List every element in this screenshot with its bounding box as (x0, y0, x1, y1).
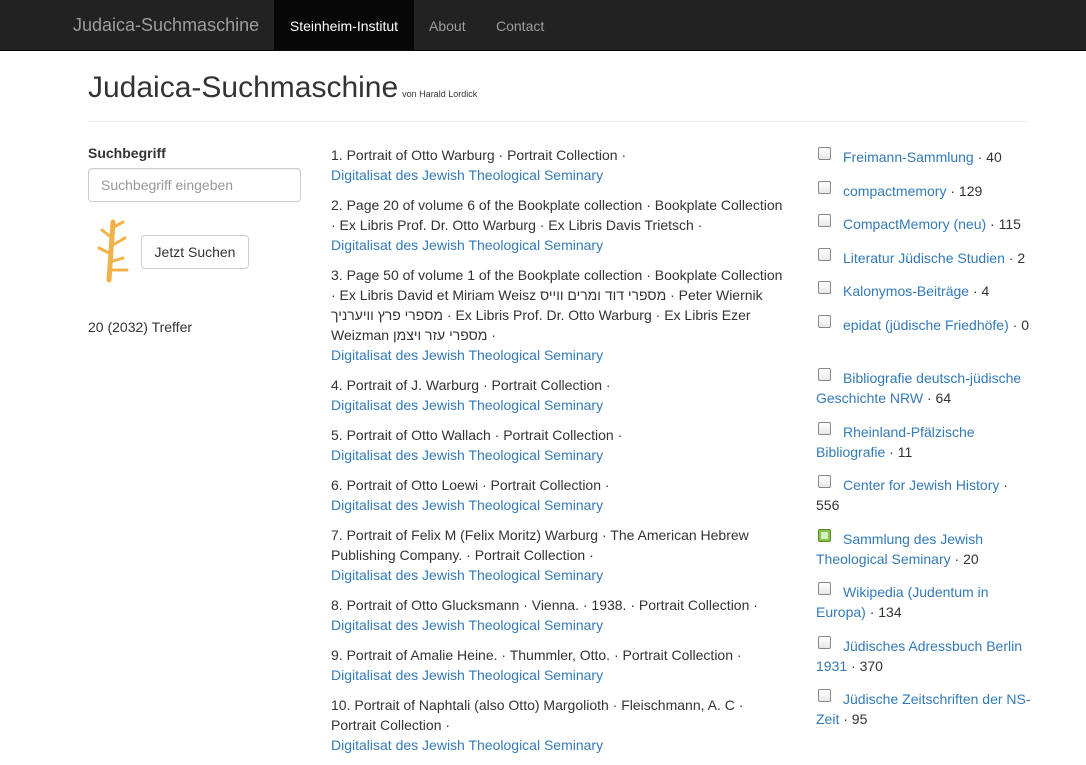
facet-count: · 0 (1008, 317, 1029, 333)
facet-checkbox-checked[interactable] (818, 529, 831, 542)
result-text: 3. Page 50 of volume 1 of the Bookplate … (331, 267, 783, 343)
facet-count: · 370 (847, 658, 883, 674)
result-text: 5. Portrait of Otto Wallach · Portrait C… (331, 427, 623, 443)
top-navbar: Judaica-Suchmaschine Steinheim-Institut … (0, 0, 1086, 51)
facet-item: Kalonymos-Beiträge · 4 (816, 281, 1031, 301)
facet-item: Jüdisches Adressbuch Berlin 1931 · 370 (816, 636, 1031, 676)
facet-checkbox[interactable] (818, 214, 831, 227)
result-source-link[interactable]: Digitalisat des Jewish Theological Semin… (331, 397, 603, 413)
facet-checkbox[interactable] (818, 181, 831, 194)
facet-item: Rheinland-Pfälzische Bibliografie · 11 (816, 422, 1031, 462)
result-source-link[interactable]: Digitalisat des Jewish Theological Semin… (331, 737, 603, 753)
result-source-link[interactable]: Digitalisat des Jewish Theological Semin… (331, 667, 603, 683)
facet-link[interactable]: Literatur Jüdische Studien (843, 250, 1005, 266)
facet-count: · 115 (986, 216, 1021, 232)
result-item: 10. Portrait of Naphtali (also Otto) Mar… (331, 695, 787, 755)
facet-link[interactable]: epidat (jüdische Friedhöfe) (843, 317, 1009, 333)
facet-count: · 134 (865, 604, 902, 620)
result-text: 10. Portrait of Naphtali (also Otto) Mar… (331, 697, 744, 733)
facet-count: · 64 (923, 390, 952, 406)
result-item: 1. Portrait of Otto Warburg · Portrait C… (331, 145, 787, 185)
result-item: 2. Page 20 of volume 6 of the Bookplate … (331, 195, 787, 255)
logo-icon (97, 219, 129, 283)
facet-checkbox[interactable] (818, 368, 831, 381)
facet-link[interactable]: CompactMemory (neu) (843, 216, 986, 232)
facet-count: · 40 (973, 149, 1002, 165)
result-text: 7. Portrait of Felix M (Felix Moritz) Wa… (331, 527, 749, 563)
result-source-link[interactable]: Digitalisat des Jewish Theological Semin… (331, 167, 603, 183)
facet-link[interactable]: Wikipedia (Judentum in Europa) (816, 584, 989, 620)
facet-checkbox[interactable] (818, 582, 831, 595)
result-text: 1. Portrait of Otto Warburg · Portrait C… (331, 147, 627, 163)
facet-item: epidat (jüdische Friedhöfe) · 0 (816, 315, 1031, 335)
facet-checkbox[interactable] (818, 636, 831, 649)
result-item: 9. Portrait of Amalie Heine. · Thummler,… (331, 645, 787, 685)
title-divider (88, 121, 1028, 122)
facet-item: compactmemory · 129 (816, 181, 1031, 201)
navbar-brand[interactable]: Judaica-Suchmaschine (73, 15, 259, 36)
hit-count: 20 (2032) Treffer (88, 319, 193, 335)
facet-item: Wikipedia (Judentum in Europa) · 134 (816, 582, 1031, 622)
search-input[interactable] (88, 168, 301, 202)
facet-item: Freimann-Sammlung · 40 (816, 147, 1031, 167)
page-byline: von Harald Lordick (402, 89, 478, 99)
page-title-text: Judaica-Suchmaschine (88, 71, 399, 104)
facet-checkbox[interactable] (818, 315, 831, 328)
facet-item: Bibliografie deutsch-jüdische Geschichte… (816, 368, 1031, 408)
nav-contact[interactable]: Contact (496, 0, 544, 50)
result-item: 3. Page 50 of volume 1 of the Bookplate … (331, 265, 787, 365)
result-text: 4. Portrait of J. Warburg · Portrait Col… (331, 377, 611, 393)
result-source-link[interactable]: Digitalisat des Jewish Theological Semin… (331, 237, 603, 253)
facet-item: Jüdische Zeitschriften der NS-Zeit · 95 (816, 689, 1031, 729)
facet-checkbox[interactable] (818, 281, 831, 294)
facet-checkbox[interactable] (818, 422, 831, 435)
result-source-link[interactable]: Digitalisat des Jewish Theological Semin… (331, 447, 603, 463)
result-text: 2. Page 20 of volume 6 of the Bookplate … (331, 197, 783, 233)
results-list: 1. Portrait of Otto Warburg · Portrait C… (331, 145, 787, 765)
facet-link[interactable]: Center for Jewish History (843, 477, 999, 493)
facet-checkbox[interactable] (818, 475, 831, 488)
search-label: Suchbegriff (88, 145, 166, 161)
facet-link[interactable]: Kalonymos-Beiträge (843, 283, 969, 299)
result-source-link[interactable]: Digitalisat des Jewish Theological Semin… (331, 567, 603, 583)
result-source-link[interactable]: Digitalisat des Jewish Theological Semin… (331, 347, 603, 363)
facet-link[interactable]: Bibliografie deutsch-jüdische Geschichte… (816, 370, 1021, 406)
facet-count: · 20 (950, 551, 979, 567)
page-title: Judaica-Suchmaschine von Harald Lordick (88, 71, 477, 105)
facet-count: · 2 (1004, 250, 1026, 266)
result-text: 8. Portrait of Otto Glucksmann · Vienna.… (331, 597, 758, 613)
facet-item: CompactMemory (neu) · 115 (816, 214, 1031, 234)
facet-item: Literatur Jüdische Studien · 2 (816, 248, 1031, 268)
facet-checkbox[interactable] (818, 689, 831, 702)
result-item: 7. Portrait of Felix M (Felix Moritz) Wa… (331, 525, 787, 585)
nav-about[interactable]: About (429, 0, 466, 50)
facet-count: · 129 (946, 183, 983, 199)
facet-count: · 11 (885, 444, 913, 460)
nav-steinheim-institut[interactable]: Steinheim-Institut (274, 0, 414, 50)
result-item: 5. Portrait of Otto Wallach · Portrait C… (331, 425, 787, 465)
result-source-link[interactable]: Digitalisat des Jewish Theological Semin… (331, 497, 603, 513)
result-text: 6. Portrait of Otto Loewi · Portrait Col… (331, 477, 610, 493)
facet-item: Center for Jewish History · 556 (816, 475, 1031, 515)
facet-link[interactable]: Freimann-Sammlung (843, 149, 974, 165)
result-source-link[interactable]: Digitalisat des Jewish Theological Semin… (331, 617, 603, 633)
facet-count: · 95 (839, 711, 868, 727)
result-item: 4. Portrait of J. Warburg · Portrait Col… (331, 375, 787, 415)
result-item: 8. Portrait of Otto Glucksmann · Vienna.… (331, 595, 787, 635)
facet-count: · 4 (969, 283, 990, 299)
facet-item: Sammlung des Jewish Theological Seminary… (816, 529, 1031, 569)
search-button[interactable]: Jetzt Suchen (141, 235, 249, 269)
result-item: 6. Portrait of Otto Loewi · Portrait Col… (331, 475, 787, 515)
facet-checkbox[interactable] (818, 248, 831, 261)
facet-checkbox[interactable] (818, 147, 831, 160)
facet-link[interactable]: compactmemory (843, 183, 946, 199)
result-text: 9. Portrait of Amalie Heine. · Thummler,… (331, 647, 742, 663)
